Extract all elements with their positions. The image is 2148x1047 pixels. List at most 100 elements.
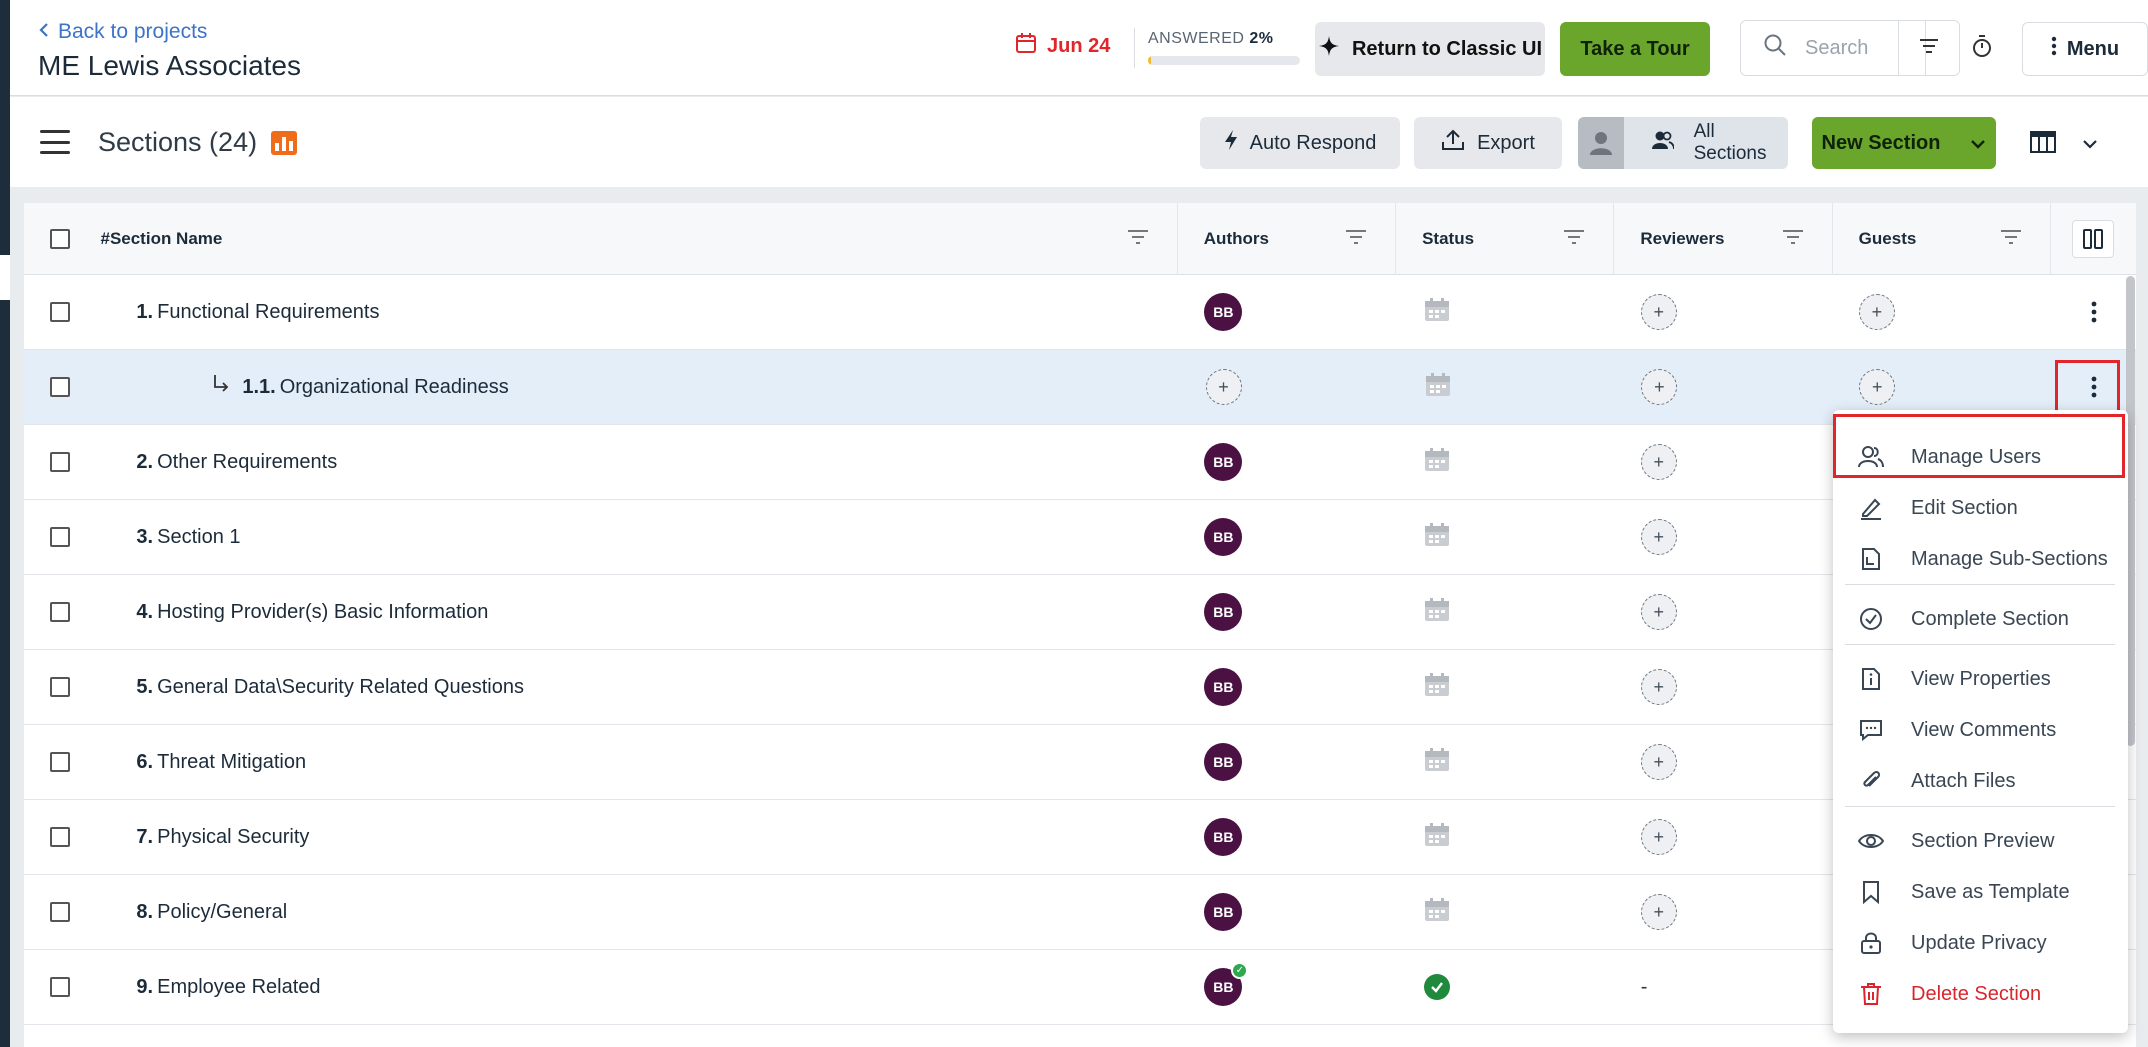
select-all-checkbox[interactable] <box>50 229 71 249</box>
column-reviewers[interactable]: Reviewers <box>1614 203 1833 275</box>
calendar-icon[interactable] <box>1424 897 1450 927</box>
avatar[interactable]: BB <box>1204 893 1243 931</box>
row-checkbox[interactable] <box>50 452 71 472</box>
calendar-icon[interactable] <box>1424 597 1450 627</box>
table-row[interactable]: 8. Policy/General BB + <box>24 875 2136 950</box>
avatar[interactable]: BB <box>1204 743 1243 781</box>
filter-icon[interactable] <box>1563 229 1585 250</box>
section-name-cell[interactable]: 1.1. Organizational Readiness <box>96 350 1179 425</box>
row-checkbox[interactable] <box>50 602 71 622</box>
back-to-projects-link[interactable]: Back to projects <box>38 20 207 44</box>
add-reviewer-button[interactable]: + <box>1640 744 1677 780</box>
back-link-label: Back to projects <box>58 20 208 43</box>
section-name-cell[interactable]: 8. Policy/General <box>96 875 1178 950</box>
auto-respond-button[interactable]: Auto Respond <box>1200 117 1400 169</box>
section-name-cell[interactable]: 1. Functional Requirements <box>96 275 1178 350</box>
new-section-button[interactable]: New Section <box>1812 117 1996 169</box>
calendar-icon[interactable] <box>1424 672 1450 702</box>
section-name-cell[interactable]: 3. Section 1 <box>96 500 1178 575</box>
menu-item-complete-section[interactable]: Complete Section <box>1833 594 2128 644</box>
row-checkbox[interactable] <box>50 752 71 772</box>
row-checkbox[interactable] <box>50 377 71 397</box>
section-name-cell[interactable]: 6. Threat Mitigation <box>96 725 1178 800</box>
table-row[interactable]: 4. Hosting Provider(s) Basic Information B… <box>24 575 2136 650</box>
column-section-name[interactable]: # Section Name <box>96 203 1178 275</box>
table-row[interactable]: 2. Other Requirements BB + <box>24 425 2136 500</box>
export-button[interactable]: Export <box>1414 117 1562 169</box>
calendar-icon[interactable] <box>1424 447 1450 477</box>
menu-item-save-as-template[interactable]: Save as Template <box>1833 867 2128 917</box>
menu-item-manage-sub-sections[interactable]: Manage Sub-Sections <box>1833 534 2128 584</box>
bar-chart-icon[interactable] <box>271 130 298 155</box>
section-name-cell[interactable]: 2. Other Requirements <box>96 425 1178 500</box>
add-author-button[interactable]: + <box>1205 369 1242 405</box>
table-row[interactable]: 1. Functional Requirements BB + + <box>24 275 2136 350</box>
avatar[interactable]: BB ✓ <box>1204 962 1249 1006</box>
row-checkbox[interactable] <box>50 902 71 922</box>
section-name-cell[interactable]: 5. General Data\Security Related Question… <box>96 650 1178 725</box>
menu-item-delete-section[interactable]: Delete Section <box>1833 969 2128 1019</box>
menu-item-view-properties[interactable]: View Properties <box>1833 654 2128 704</box>
return-to-classic-button[interactable]: Return to Classic UI <box>1315 22 1545 76</box>
add-reviewer-button[interactable]: + <box>1640 444 1677 480</box>
add-guest-button[interactable]: + <box>1858 294 1895 330</box>
menu-item-edit-section[interactable]: Edit Section <box>1833 483 2128 533</box>
section-name-cell[interactable]: 7. Physical Security <box>96 800 1178 875</box>
column-status[interactable]: Status <box>1396 203 1615 275</box>
add-reviewer-button[interactable]: + <box>1640 819 1677 855</box>
column-guests[interactable]: Guests <box>1833 203 2051 275</box>
row-checkbox[interactable] <box>50 302 71 322</box>
add-guest-button[interactable]: + <box>1859 369 1896 405</box>
menu-item-view-comments[interactable]: View Comments <box>1833 705 2128 755</box>
row-checkbox[interactable] <box>50 527 71 547</box>
chevron-down-icon[interactable] <box>1970 132 1986 155</box>
calendar-icon[interactable] <box>1424 522 1450 552</box>
add-reviewer-button[interactable]: + <box>1640 594 1677 630</box>
table-row[interactable]: 9. Employee Related BB ✓ - <box>24 950 2136 1025</box>
table-row[interactable]: 5. General Data\Security Related Question… <box>24 650 2136 725</box>
add-reviewer-button[interactable]: + <box>1641 369 1678 405</box>
calendar-icon[interactable] <box>1425 372 1451 402</box>
avatar[interactable]: BB <box>1204 293 1243 331</box>
row-checkbox[interactable] <box>50 677 71 697</box>
table-row[interactable]: 3. Section 1 BB + <box>24 500 2136 575</box>
filter-button[interactable] <box>1898 20 1960 76</box>
section-name-cell[interactable]: 9. Employee Related <box>96 950 1178 1025</box>
view-layout-switch[interactable] <box>2030 131 2098 158</box>
calendar-icon[interactable] <box>1424 297 1450 327</box>
add-reviewer-button[interactable]: + <box>1640 669 1677 705</box>
all-sections-filter[interactable]: All Sections <box>1578 117 1788 169</box>
filter-icon[interactable] <box>1345 229 1367 250</box>
menu-item-section-preview[interactable]: Section Preview <box>1833 816 2128 866</box>
main-menu-button[interactable]: Menu <box>2022 22 2148 76</box>
avatar[interactable]: BB <box>1204 443 1243 481</box>
column-authors[interactable]: Authors <box>1178 203 1397 275</box>
calendar-icon[interactable] <box>1424 822 1450 852</box>
calendar-icon[interactable] <box>1424 747 1450 777</box>
avatar[interactable]: BB <box>1204 593 1243 631</box>
due-date[interactable]: Jun 24 <box>1015 32 1110 60</box>
table-row[interactable]: 1.1. Organizational Readiness + + + <box>24 350 2136 425</box>
add-reviewer-button[interactable]: + <box>1640 894 1677 930</box>
row-checkbox[interactable] <box>50 977 71 997</box>
menu-item-attach-files[interactable]: Attach Files <box>1833 756 2128 806</box>
filter-icon[interactable] <box>2000 229 2022 250</box>
add-reviewer-button[interactable]: + <box>1640 294 1677 330</box>
add-reviewer-button[interactable]: + <box>1640 519 1677 555</box>
filter-icon[interactable] <box>1782 229 1804 250</box>
row-checkbox[interactable] <box>50 827 71 847</box>
row-actions-kebab-icon[interactable] <box>2074 292 2114 332</box>
filter-icon[interactable] <box>1127 229 1149 250</box>
section-name-cell[interactable]: 4. Hosting Provider(s) Basic Information <box>96 575 1178 650</box>
columns-toggle-icon[interactable] <box>2072 220 2115 258</box>
timer-button[interactable] <box>1962 28 2002 68</box>
avatar[interactable]: BB <box>1204 818 1243 856</box>
table-row[interactable]: 6. Threat Mitigation BB + <box>24 725 2136 800</box>
take-a-tour-button[interactable]: Take a Tour <box>1560 22 1710 76</box>
avatar[interactable]: BB <box>1204 668 1243 706</box>
hamburger-icon[interactable] <box>40 130 70 154</box>
sparkle-icon <box>1318 35 1340 63</box>
menu-item-update-privacy[interactable]: Update Privacy <box>1833 918 2128 968</box>
table-row[interactable]: 7. Physical Security BB + <box>24 800 2136 875</box>
avatar[interactable]: BB <box>1204 518 1243 556</box>
